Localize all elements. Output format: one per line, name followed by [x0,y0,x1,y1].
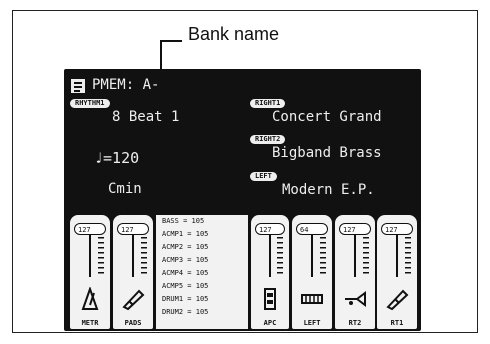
volume-slider[interactable] [269,235,271,277]
volume-knob[interactable]: 127 [255,223,285,235]
lcd-screen: PMEM: A- RHYTHM1 8 Beat 1 ♩=120 Cmin RIG… [64,69,421,331]
tile-label: APC [263,319,277,327]
level-row[interactable]: ACMP3 = 105 [162,256,208,264]
right2-voice[interactable]: Bigband Brass [272,145,382,161]
level-row[interactable]: DRUM1 = 105 [162,295,208,303]
tile-apc[interactable]: 127 APC [251,215,289,329]
volume-slider[interactable] [354,235,356,277]
tile-pads[interactable]: 127 PADS [113,215,153,329]
metronome-icon [81,287,99,310]
slider-scale [141,237,147,277]
level-row[interactable]: ACMP1 = 105 [162,230,208,238]
left-tag: LEFT [250,172,277,181]
memory-icon [71,79,85,93]
right1-tag: RIGHT1 [250,99,286,108]
tempo-value[interactable]: ♩=120 [94,149,139,167]
grand-piano-icon [386,289,409,311]
right2-tag: RIGHT2 [250,135,286,144]
tile-rt2[interactable]: 127 RT2 [335,215,375,329]
rhythm-value[interactable]: 8 Beat 1 [112,109,179,125]
bank-name-callout: Bank name [188,24,280,44]
level-row[interactable]: DRUM2 = 105 [162,308,208,316]
pads-icon [122,289,145,311]
slider-scale [320,237,326,277]
tile-metr[interactable]: 127 METR [70,215,110,329]
callout-leader-vertical [160,40,162,70]
apc-icon [264,288,276,310]
tile-label: LEFT [303,319,321,327]
slider-scale [405,237,411,277]
electric-piano-icon [301,294,323,304]
brass-icon [345,291,366,307]
volume-slider[interactable] [89,235,91,277]
tile-rt1[interactable]: 127 RT1 [377,215,417,329]
left-voice[interactable]: Modern E.P. [282,182,375,198]
part-levels-panel: BASS = 105 ACMP1 = 105 ACMP2 = 105 ACMP3… [156,215,248,329]
level-row[interactable]: ACMP2 = 105 [162,243,208,251]
tile-label: PADS [124,319,142,327]
bank-title: PMEM: A- [92,77,160,93]
slider-scale [277,237,283,277]
volume-knob[interactable]: 127 [117,223,149,235]
volume-knob[interactable]: 127 [339,223,371,235]
volume-knob[interactable]: 64 [296,223,328,235]
tile-label: RT1 [390,319,404,327]
level-row[interactable]: BASS = 105 [162,217,204,225]
level-row[interactable]: ACMP4 = 105 [162,269,208,277]
tile-label: METR [81,319,99,327]
level-row[interactable]: ACMP5 = 105 [162,282,208,290]
tile-label: RT2 [348,319,362,327]
volume-slider[interactable] [311,235,313,277]
slider-scale [363,237,369,277]
tile-left[interactable]: 64 LEFT [292,215,332,329]
volume-knob[interactable]: 127 [381,223,413,235]
slider-scale [98,237,104,277]
volume-slider[interactable] [396,235,398,277]
right1-voice[interactable]: Concert Grand [272,109,382,125]
volume-slider[interactable] [132,235,134,277]
volume-knob[interactable]: 127 [74,223,106,235]
chord-value[interactable]: Cmin [108,181,142,197]
callout-leader-horizontal [160,40,182,42]
rhythm-tag: RHYTHM1 [70,99,110,108]
